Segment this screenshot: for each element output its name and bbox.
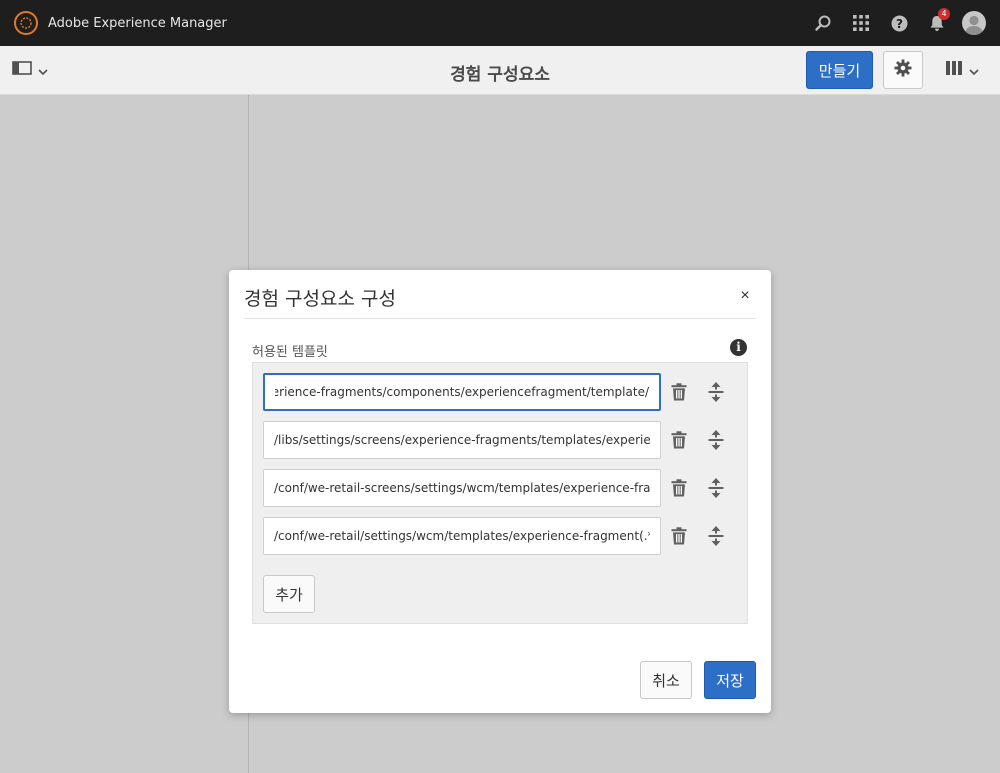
reorder-handle-icon[interactable] [705,428,727,452]
reorder-handle-icon[interactable] [705,380,727,404]
view-switcher-button[interactable] [945,60,979,80]
reorder-handle-icon[interactable] [705,476,727,500]
allowed-templates-label: 허용된 템플릿 [252,345,328,360]
chevron-down-icon [969,61,979,80]
info-icon[interactable]: i [730,339,747,356]
multifield-row [263,469,738,507]
help-icon[interactable]: ? [880,0,918,46]
global-nav: Adobe Experience Manager ? 4 [0,0,1000,46]
dialog-title: 경험 구성요소 구성 [244,288,396,310]
action-bar: 경험 구성요소 만들기 [0,46,1000,95]
trash-icon[interactable] [668,524,690,548]
trash-icon[interactable] [668,476,690,500]
trash-icon[interactable] [668,380,690,404]
gear-icon [894,59,912,81]
create-button[interactable]: 만들기 [806,51,873,89]
apps-grid-icon[interactable] [842,0,880,46]
product-name: Adobe Experience Manager [48,15,227,31]
close-button[interactable]: × [735,286,755,306]
aem-logo-icon [14,11,38,35]
configure-dialog: 경험 구성요소 구성 × 허용된 템플릿 i /libs/cq/experien… [229,270,771,713]
brand[interactable]: Adobe Experience Manager [14,11,227,35]
reorder-handle-icon[interactable] [705,524,727,548]
template-path-input[interactable] [263,469,661,507]
user-avatar[interactable] [962,11,986,35]
template-path-input[interactable] [263,517,661,555]
multifield-row [263,421,738,459]
multifield-row [263,517,738,555]
notifications-bell-icon[interactable]: 4 [918,0,956,46]
settings-button[interactable] [883,51,923,89]
multifield-row [263,373,738,411]
save-button[interactable]: 저장 [704,661,756,699]
column-view-icon [945,60,963,80]
svg-text:?: ? [896,16,903,30]
divider [244,318,756,319]
allowed-templates-multifield: 추가 [252,362,748,624]
search-icon[interactable] [804,0,842,46]
trash-icon[interactable] [668,428,690,452]
notification-count-badge: 4 [938,8,950,20]
template-path-input[interactable] [263,421,661,459]
template-path-input[interactable] [263,373,661,411]
cancel-button[interactable]: 취소 [640,661,692,699]
add-template-button[interactable]: 추가 [263,575,315,613]
